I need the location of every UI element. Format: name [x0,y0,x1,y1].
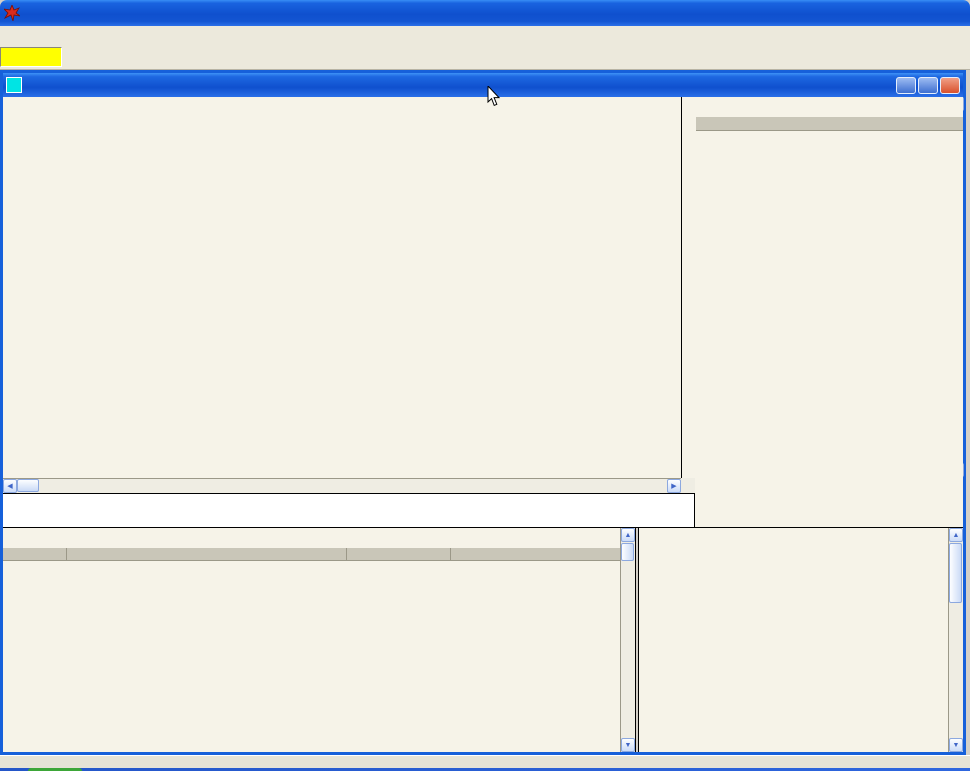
close-button[interactable] [940,77,960,94]
registers-header [696,117,963,131]
info-pane [3,493,695,527]
ollydbg-window: ▲ ▼ ◀ ▶ [0,0,970,771]
dump-header [3,548,620,561]
app-icon [4,5,20,21]
window-edge [966,70,970,755]
dump-header-hex [67,548,347,560]
cpu-body: ▲ ▼ ◀ ▶ [3,97,963,752]
disassembly-hscrollbar[interactable]: ◀ ▶ [3,478,681,493]
restore-button[interactable] [918,77,938,94]
cpu-title-bar[interactable] [3,73,963,97]
status-indicator [0,47,62,67]
mouse-cursor [487,86,501,107]
status-bar [0,755,970,768]
title-bar[interactable] [0,0,970,26]
minimize-button[interactable] [896,77,916,94]
toolbar [0,44,970,70]
registers-pane[interactable] [696,97,963,527]
cpu-window: ▲ ▼ ◀ ▶ [0,70,966,755]
stack-vscrollbar[interactable]: ▲ ▼ [948,528,963,752]
scroll-corner [681,478,695,493]
menu-bar [0,26,970,45]
dump-vscrollbar[interactable]: ▲ ▼ [620,528,635,752]
disassembly-pane[interactable] [3,97,682,478]
dump-header-address [3,548,67,560]
stack-pane[interactable] [639,528,948,752]
scroll-left-icon[interactable]: ◀ [3,479,17,493]
dump-header-ascii [347,548,451,560]
scroll-up-icon[interactable]: ▲ [949,528,963,542]
scroll-up-icon[interactable]: ▲ [621,528,635,542]
scroll-down-icon[interactable]: ▼ [621,738,635,752]
scroll-down-icon[interactable]: ▼ [949,738,963,752]
cpu-window-icon [6,77,22,93]
scroll-right-icon[interactable]: ▶ [667,479,681,493]
dump-pane[interactable] [3,528,620,752]
